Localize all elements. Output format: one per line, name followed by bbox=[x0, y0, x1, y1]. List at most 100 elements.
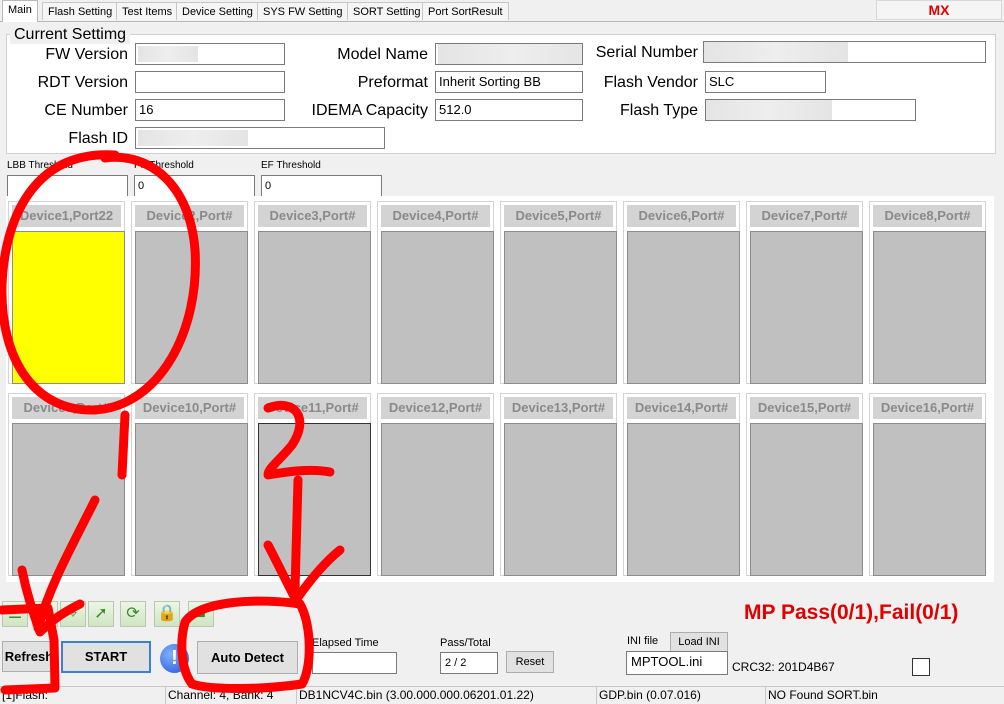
device-title: Device3,Port# bbox=[258, 205, 367, 227]
elapsed-time-label: Elapsed Time bbox=[312, 637, 379, 649]
device-status-block bbox=[381, 423, 494, 576]
device-cell-5[interactable]: Device5,Port# bbox=[500, 201, 617, 384]
tab-port-sortresult[interactable]: Port SortResult bbox=[422, 2, 509, 20]
pass-total-label: Pass/Total bbox=[440, 637, 491, 649]
auto-detect-button[interactable]: Auto Detect bbox=[197, 641, 298, 674]
check-icon[interactable]: ✓ bbox=[32, 601, 58, 627]
device-cell-3[interactable]: Device3,Port# bbox=[254, 201, 371, 384]
fw-version-label: FW Version bbox=[45, 46, 128, 63]
lbb-threshold-field[interactable] bbox=[7, 175, 128, 197]
device-status-block bbox=[750, 231, 863, 384]
pf-threshold-field[interactable]: 0 bbox=[134, 175, 255, 197]
device-title: Device13,Port# bbox=[504, 397, 613, 419]
info-icon[interactable]: ! bbox=[160, 644, 189, 673]
option-checkbox[interactable] bbox=[912, 658, 930, 676]
serial-number-label: Serial Number bbox=[595, 44, 698, 61]
tab-flash-setting[interactable]: Flash Setting bbox=[42, 2, 119, 20]
device-status-block bbox=[381, 231, 494, 384]
tab-main[interactable]: Main bbox=[2, 0, 38, 22]
device-cell-16[interactable]: Device16,Port# bbox=[869, 393, 986, 576]
device-cell-9[interactable]: Device9,Port# bbox=[8, 393, 125, 576]
preformat-label: Preformat bbox=[357, 74, 428, 91]
device-title: Device10,Port# bbox=[135, 397, 244, 419]
pin-icon[interactable]: ⌖ bbox=[60, 601, 86, 627]
brand-label: MX bbox=[876, 0, 1002, 20]
idema-capacity-field[interactable]: 512.0 bbox=[435, 99, 583, 121]
rdt-version-field[interactable] bbox=[135, 71, 285, 93]
device-cell-12[interactable]: Device12,Port# bbox=[377, 393, 494, 576]
device-status-block bbox=[750, 423, 863, 576]
crc32-label: CRC32: 201D4B67 bbox=[732, 660, 835, 674]
tab-device-setting[interactable]: Device Setting bbox=[176, 2, 259, 20]
flash-id-label: Flash ID bbox=[68, 130, 128, 147]
device-status-block bbox=[258, 231, 371, 384]
device-cell-8[interactable]: Device8,Port# bbox=[869, 201, 986, 384]
idema-capacity-label: IDEMA Capacity bbox=[311, 102, 428, 119]
device-cell-2[interactable]: Device2,Port# bbox=[131, 201, 248, 384]
model-name-label: Model Name bbox=[337, 46, 428, 63]
refresh-icon[interactable]: ⟳ bbox=[120, 601, 146, 627]
device-status-block bbox=[12, 231, 125, 384]
ef-threshold-field[interactable]: 0 bbox=[261, 175, 382, 197]
device-status-block bbox=[504, 423, 617, 576]
list-icon[interactable]: ☰ bbox=[2, 601, 28, 627]
device-cell-7[interactable]: Device7,Port# bbox=[746, 201, 863, 384]
tab-sort-setting[interactable]: SORT Setting bbox=[347, 2, 427, 20]
fw-version-field[interactable] bbox=[135, 43, 285, 65]
device-cell-15[interactable]: Device15,Port# bbox=[746, 393, 863, 576]
lock-icon[interactable]: 🔒 bbox=[154, 601, 180, 627]
device-cell-11[interactable]: Device11,Port# bbox=[254, 393, 371, 576]
ini-file-label: INI file bbox=[627, 635, 659, 647]
start-button[interactable]: START bbox=[61, 641, 151, 673]
device-status-block bbox=[135, 423, 248, 576]
device-status-block bbox=[627, 231, 740, 384]
device-status-block bbox=[627, 423, 740, 576]
device-title: Device14,Port# bbox=[627, 397, 736, 419]
load-ini-button[interactable]: Load INI bbox=[670, 632, 728, 652]
flash-type-field[interactable] bbox=[705, 99, 916, 121]
device-cell-6[interactable]: Device6,Port# bbox=[623, 201, 740, 384]
preformat-field[interactable]: Inherit Sorting BB bbox=[435, 71, 583, 93]
device-title: Device6,Port# bbox=[627, 205, 736, 227]
status-bar: [1]Flash: Channel: 4, Bank: 4 DB1NCV4C.b… bbox=[0, 686, 1004, 704]
stop-icon[interactable]: ■ bbox=[188, 601, 214, 627]
device-status-block bbox=[504, 231, 617, 384]
lbb-threshold-label: LBB Threshold bbox=[7, 160, 73, 171]
device-title: Device12,Port# bbox=[381, 397, 490, 419]
tab-test-items[interactable]: Test Items bbox=[116, 2, 179, 20]
status-flash: [1]Flash: bbox=[0, 687, 166, 704]
device-cell-1[interactable]: Device1,Port22 bbox=[8, 201, 125, 384]
device-title: Device4,Port# bbox=[381, 205, 490, 227]
device-cell-4[interactable]: Device4,Port# bbox=[377, 201, 494, 384]
reset-button[interactable]: Reset bbox=[506, 651, 554, 673]
pass-total-field: 2 / 2 bbox=[440, 652, 498, 674]
device-status-block bbox=[873, 231, 986, 384]
status-channel: Channel: 4, Bank: 4 bbox=[166, 687, 297, 704]
flash-id-field[interactable] bbox=[135, 127, 385, 149]
rdt-version-label: RDT Version bbox=[37, 74, 128, 91]
cursor-icon[interactable]: ➚ bbox=[88, 601, 114, 627]
status-sort: NO Found SORT.bin bbox=[768, 688, 878, 702]
current-setting-title: Current Settimg bbox=[10, 26, 131, 44]
ce-number-label: CE Number bbox=[44, 102, 128, 119]
device-title: Device8,Port# bbox=[873, 205, 982, 227]
tab-sys-fw-setting[interactable]: SYS FW Setting bbox=[257, 2, 349, 20]
device-cell-14[interactable]: Device14,Port# bbox=[623, 393, 740, 576]
pf-threshold-label: PF Threshold bbox=[134, 160, 194, 171]
flash-vendor-label: Flash Vendor bbox=[603, 74, 698, 91]
device-cell-10[interactable]: Device10,Port# bbox=[131, 393, 248, 576]
device-title: Device9,Port# bbox=[12, 397, 121, 419]
ce-number-field[interactable]: 16 bbox=[135, 99, 285, 121]
device-status-block bbox=[873, 423, 986, 576]
device-title: Device11,Port# bbox=[258, 397, 367, 419]
result-summary: MP Pass(0/1),Fail(0/1) bbox=[744, 601, 959, 624]
device-title: Device16,Port# bbox=[873, 397, 982, 419]
refresh-button[interactable]: Refresh bbox=[2, 641, 56, 672]
device-cell-13[interactable]: Device13,Port# bbox=[500, 393, 617, 576]
flash-type-label: Flash Type bbox=[620, 102, 698, 119]
model-name-field[interactable] bbox=[435, 43, 583, 65]
serial-number-field[interactable] bbox=[703, 41, 986, 63]
flash-vendor-field[interactable]: SLC bbox=[705, 71, 826, 93]
device-title: Device2,Port# bbox=[135, 205, 244, 227]
status-firmware: DB1NCV4C.bin (3.00.000.000.06201.01.22) bbox=[297, 687, 597, 704]
